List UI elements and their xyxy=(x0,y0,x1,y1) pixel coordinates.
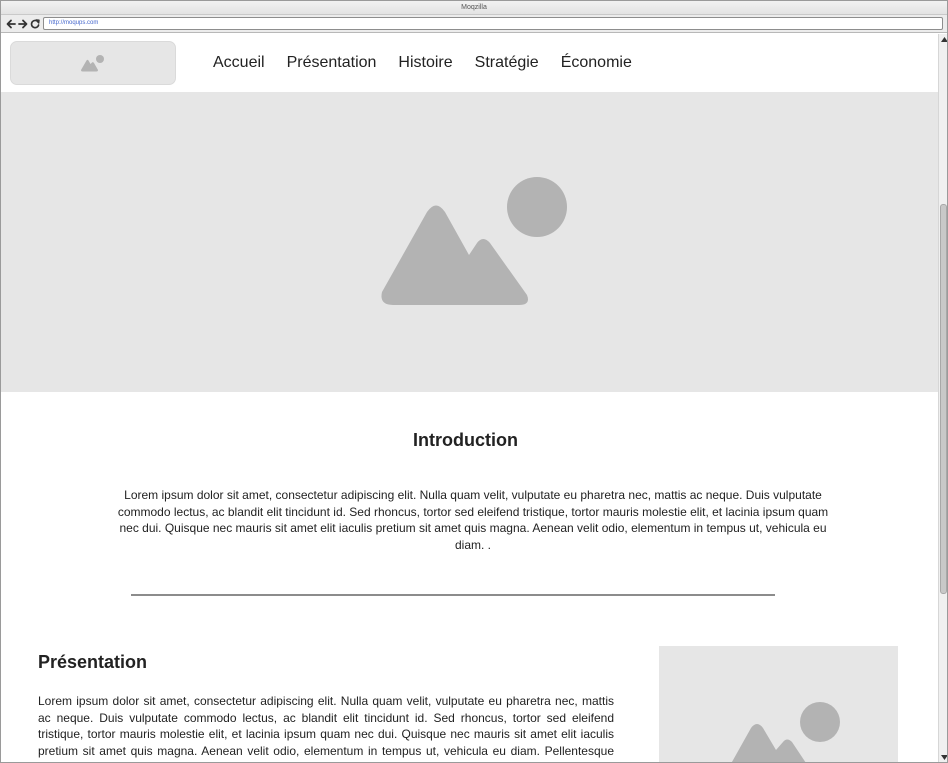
hero-image-placeholder xyxy=(1,92,938,392)
presentation-paragraph: Lorem ipsum dolor sit amet, consectetur … xyxy=(38,694,614,762)
scroll-up-button[interactable] xyxy=(940,35,947,43)
image-placeholder-icon xyxy=(380,177,567,305)
browser-window: Moqzilla http://moqups.com Accueil Prése… xyxy=(0,0,948,763)
page-viewport: Accueil Présentation Histoire Stratégie … xyxy=(1,34,938,762)
forward-button[interactable] xyxy=(17,17,29,30)
image-placeholder-icon xyxy=(731,702,840,762)
arrow-left-icon xyxy=(6,19,16,28)
browser-toolbar: http://moqups.com xyxy=(1,15,947,33)
url-input[interactable]: http://moqups.com xyxy=(43,17,943,30)
scroll-thumb[interactable] xyxy=(940,204,947,594)
section-divider xyxy=(131,594,775,596)
nav-item-histoire[interactable]: Histoire xyxy=(398,53,452,73)
intro-title: Introduction xyxy=(413,430,518,450)
reload-icon xyxy=(30,18,40,28)
scroll-up-icon xyxy=(940,36,947,42)
logo-placeholder[interactable] xyxy=(10,41,176,85)
site-header: Accueil Présentation Histoire Stratégie … xyxy=(1,34,938,92)
intro-paragraph: Lorem ipsum dolor sit amet, consectetur … xyxy=(117,488,829,552)
vertical-scrollbar[interactable] xyxy=(938,34,947,762)
nav-item-presentation[interactable]: Présentation xyxy=(287,53,377,73)
reload-button[interactable] xyxy=(29,17,41,30)
nav-item-strategie[interactable]: Stratégie xyxy=(475,53,539,73)
nav-item-accueil[interactable]: Accueil xyxy=(213,53,265,73)
window-title: Moqzilla xyxy=(1,1,947,15)
back-button[interactable] xyxy=(5,17,17,30)
presentation-image-placeholder xyxy=(659,646,898,762)
main-nav: Accueil Présentation Histoire Stratégie … xyxy=(213,53,654,73)
presentation-title: Présentation xyxy=(38,652,148,672)
nav-item-economie[interactable]: Économie xyxy=(561,53,632,73)
image-placeholder-icon xyxy=(81,55,104,72)
arrow-right-icon xyxy=(18,19,28,28)
scroll-down-icon xyxy=(940,754,947,760)
scroll-down-button[interactable] xyxy=(940,753,947,761)
